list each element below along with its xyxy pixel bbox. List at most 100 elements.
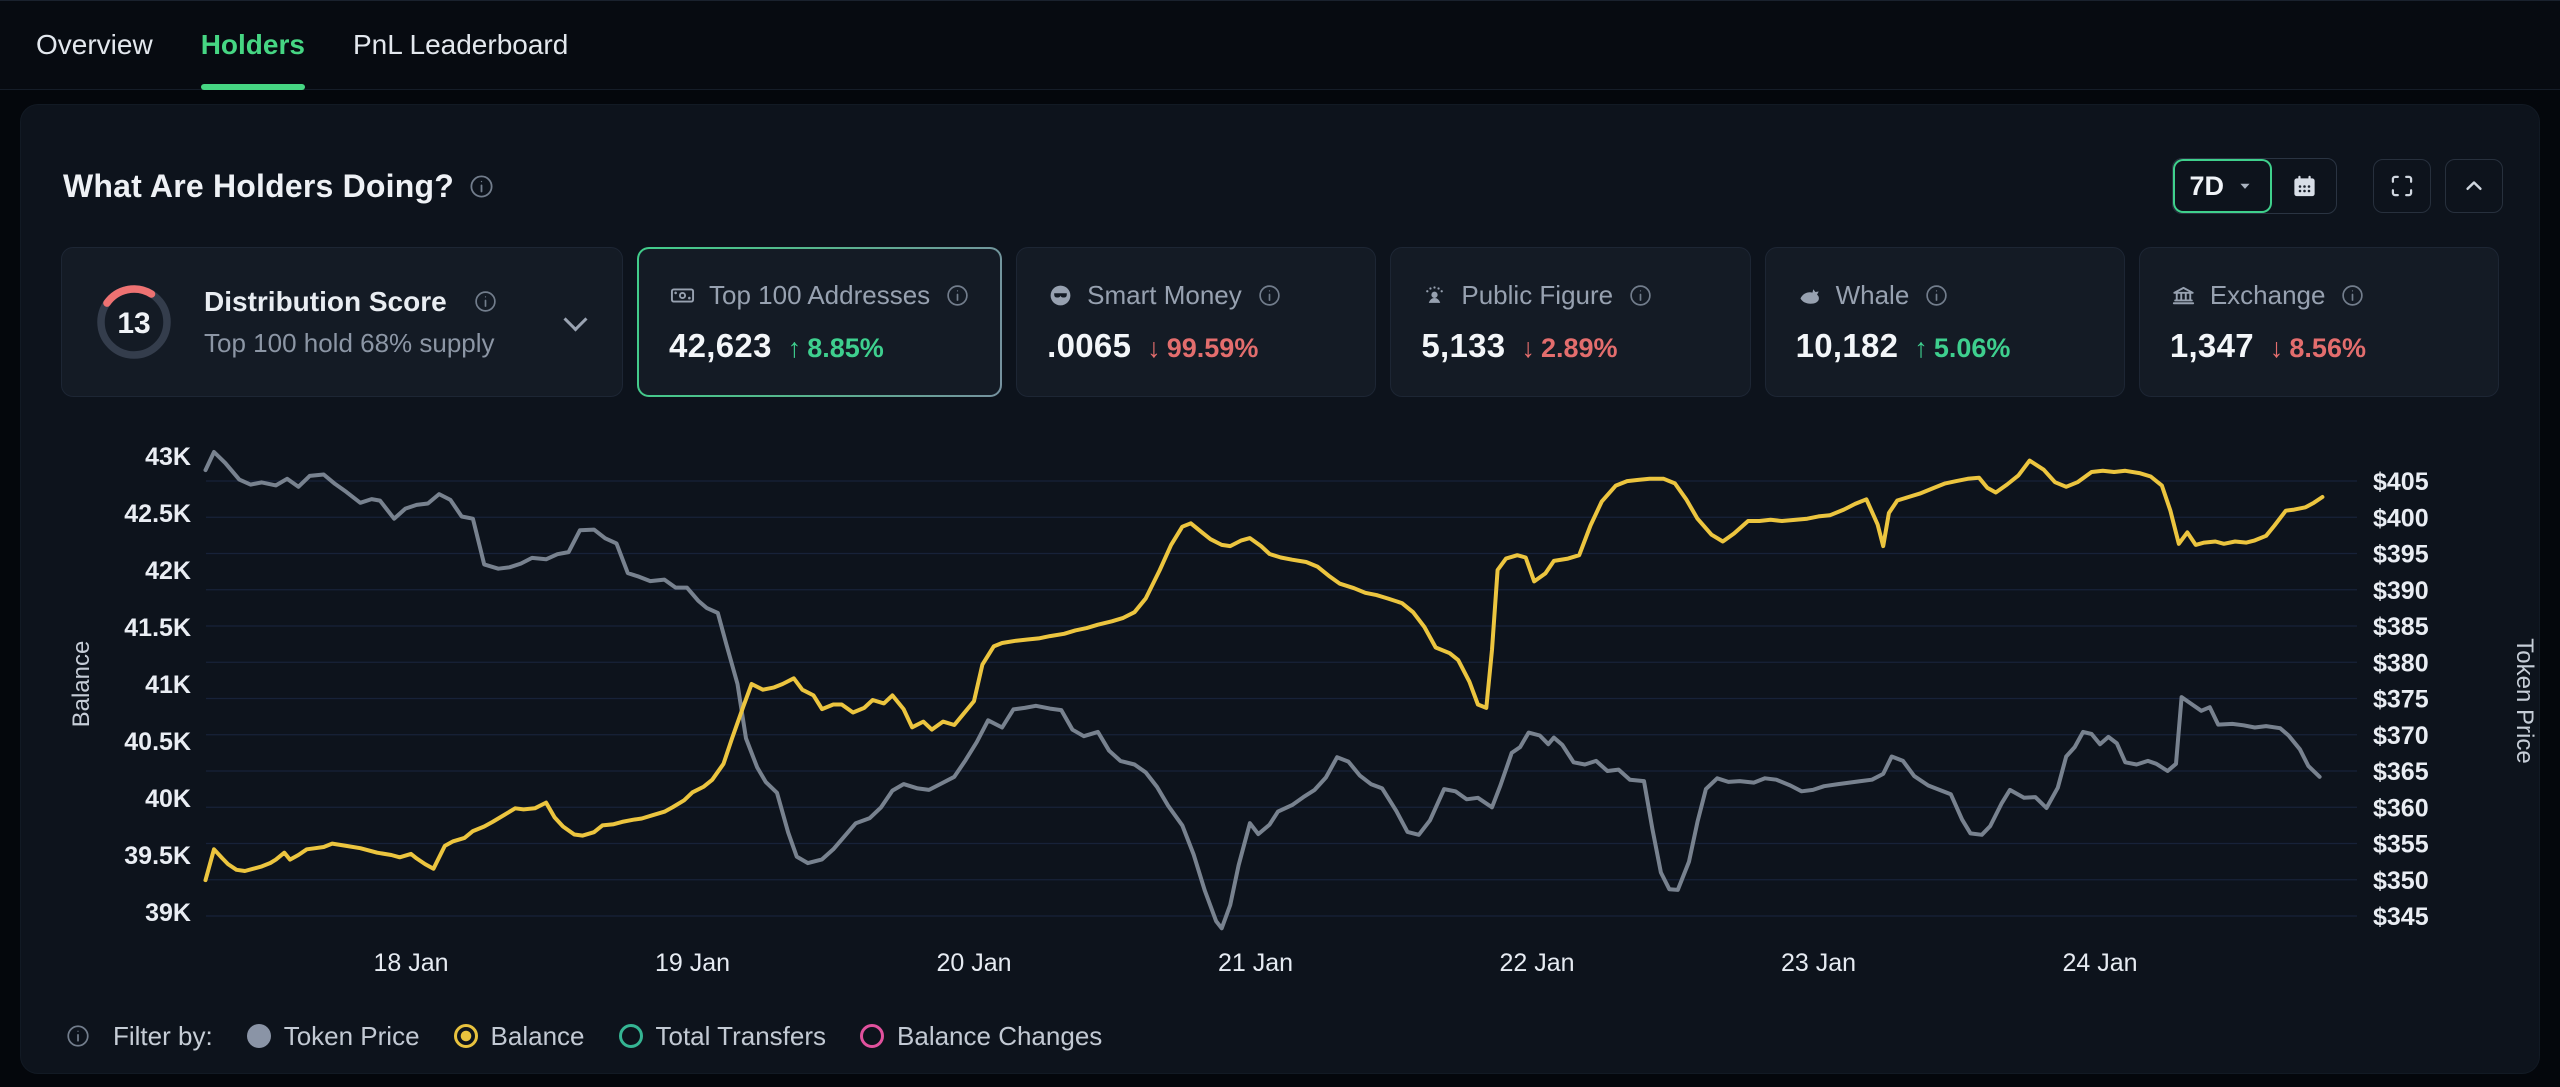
- svg-text:42.5K: 42.5K: [124, 500, 191, 528]
- stat-value: 10,182: [1796, 327, 1899, 365]
- stat-label: Exchange: [2210, 280, 2326, 311]
- title-info-icon[interactable]: [468, 173, 495, 200]
- svg-text:$405: $405: [2373, 468, 2429, 496]
- stat-card-exchange[interactable]: Exchange 1,347 ↓ 8.56%: [2139, 247, 2499, 397]
- stat-cards-row: 13 Distribution Score Top 100 hold 68% s…: [61, 247, 2499, 397]
- smart-money-icon: [1047, 282, 1074, 309]
- stat-label: Top 100 Addresses: [709, 280, 930, 311]
- svg-text:19 Jan: 19 Jan: [655, 949, 730, 977]
- svg-text:$360: $360: [2373, 794, 2429, 822]
- svg-text:23 Jan: 23 Jan: [1781, 949, 1856, 977]
- delta-arrow-icon: ↓: [1147, 333, 1161, 364]
- whale-icon: [1796, 282, 1823, 309]
- info-icon[interactable]: [1257, 283, 1282, 308]
- legend-label: Token Price: [284, 1021, 420, 1052]
- svg-text:43K: 43K: [145, 443, 191, 471]
- svg-text:$345: $345: [2373, 903, 2429, 931]
- calendar-button[interactable]: [2272, 159, 2336, 213]
- svg-text:20 Jan: 20 Jan: [936, 949, 1011, 977]
- info-icon[interactable]: [473, 289, 498, 314]
- stat-card-smart-money[interactable]: Smart Money .0065 ↓ 99.59%: [1016, 247, 1376, 397]
- balance-marker-icon: [454, 1024, 478, 1048]
- timeframe-value: 7D: [2189, 171, 2224, 202]
- delta-arrow-icon: ↓: [2270, 333, 2284, 364]
- top-nav: Overview Holders PnL Leaderboard: [0, 0, 2560, 90]
- info-icon[interactable]: [65, 1023, 91, 1049]
- stat-delta: 8.85%: [807, 333, 884, 364]
- distribution-score-label: Distribution Score: [204, 286, 447, 318]
- balance-changes-marker-icon: [860, 1024, 884, 1048]
- distribution-score-value: 13: [117, 307, 150, 340]
- stat-label: Public Figure: [1461, 280, 1613, 311]
- info-icon[interactable]: [2340, 283, 2365, 308]
- svg-text:21 Jan: 21 Jan: [1218, 949, 1293, 977]
- tab-holders[interactable]: Holders: [201, 1, 305, 89]
- legend-item-token-price[interactable]: Token Price: [247, 1021, 420, 1052]
- svg-text:18 Jan: 18 Jan: [373, 949, 448, 977]
- calendar-icon: [2291, 173, 2318, 200]
- legend-label: Balance Changes: [897, 1021, 1102, 1052]
- svg-text:$380: $380: [2373, 649, 2429, 677]
- svg-text:24 Jan: 24 Jan: [2062, 949, 2137, 977]
- legend-label: Balance: [491, 1021, 585, 1052]
- public-figure-icon: [1421, 282, 1448, 309]
- stat-card-public-figure[interactable]: Public Figure 5,133 ↓ 2.89%: [1390, 247, 1750, 397]
- stat-value: .0065: [1047, 327, 1131, 365]
- delta-arrow-icon: ↑: [1914, 333, 1928, 364]
- stat-delta: 99.59%: [1167, 333, 1259, 364]
- legend-item-balance-changes[interactable]: Balance Changes: [860, 1021, 1102, 1052]
- legend-item-total-transfers[interactable]: Total Transfers: [619, 1021, 827, 1052]
- svg-text:$370: $370: [2373, 722, 2429, 750]
- stat-label: Whale: [1836, 280, 1910, 311]
- stat-card-whale[interactable]: Whale 10,182 ↑ 5.06%: [1765, 247, 2125, 397]
- legend-label: Total Transfers: [656, 1021, 827, 1052]
- chart-filter-legend: Filter by: Token Price Balance Total Tra…: [65, 1013, 1102, 1059]
- collapse-button[interactable]: [2445, 159, 2503, 213]
- timeframe-dropdown[interactable]: 7D: [2173, 159, 2272, 213]
- chevron-down-icon: [2234, 175, 2256, 197]
- svg-text:Balance: Balance: [68, 641, 95, 728]
- total-transfers-marker-icon: [619, 1024, 643, 1048]
- svg-text:40.5K: 40.5K: [124, 728, 191, 756]
- chevron-up-icon: [2460, 172, 2488, 200]
- svg-text:$385: $385: [2373, 613, 2429, 641]
- svg-text:40K: 40K: [145, 785, 191, 813]
- holders-activity-chart[interactable]: 43K42.5K42K41.5K41K40.5K40K39.5K39K$405$…: [21, 431, 2541, 1006]
- svg-text:$365: $365: [2373, 758, 2429, 786]
- delta-arrow-icon: ↓: [1521, 333, 1535, 364]
- svg-text:$375: $375: [2373, 686, 2429, 714]
- svg-text:$400: $400: [2373, 504, 2429, 532]
- distribution-score-gauge: 13: [92, 280, 176, 364]
- holders-panel: What Are Holders Doing? 7D: [20, 104, 2540, 1074]
- svg-text:$350: $350: [2373, 867, 2429, 895]
- svg-text:39K: 39K: [145, 899, 191, 927]
- tab-overview[interactable]: Overview: [36, 1, 153, 89]
- svg-text:$395: $395: [2373, 541, 2429, 569]
- timeframe-group: 7D: [2172, 158, 2337, 214]
- legend-item-balance[interactable]: Balance: [454, 1021, 585, 1052]
- svg-text:41K: 41K: [145, 671, 191, 699]
- stat-label: Smart Money: [1087, 280, 1242, 311]
- info-icon[interactable]: [945, 283, 970, 308]
- filter-by-label: Filter by:: [113, 1021, 213, 1052]
- distribution-score-card[interactable]: 13 Distribution Score Top 100 hold 68% s…: [61, 247, 623, 397]
- stat-delta: 5.06%: [1934, 333, 2011, 364]
- fullscreen-button[interactable]: [2373, 159, 2431, 213]
- token-price-marker-icon: [247, 1024, 271, 1048]
- stat-value: 5,133: [1421, 327, 1505, 365]
- svg-text:22 Jan: 22 Jan: [1499, 949, 1574, 977]
- chevron-down-icon[interactable]: [563, 307, 587, 331]
- chart-controls: 7D: [2172, 158, 2503, 214]
- svg-text:$355: $355: [2373, 831, 2429, 859]
- stat-value: 1,347: [2170, 327, 2254, 365]
- fullscreen-icon: [2388, 172, 2416, 200]
- tab-pnl-leaderboard[interactable]: PnL Leaderboard: [353, 1, 568, 89]
- panel-header: What Are Holders Doing? 7D: [63, 155, 2503, 217]
- svg-text:41.5K: 41.5K: [124, 614, 191, 642]
- stat-card-top-100-addresses[interactable]: Top 100 Addresses 42,623 ↑ 8.85%: [637, 247, 1002, 397]
- info-icon[interactable]: [1628, 283, 1653, 308]
- stat-delta: 2.89%: [1541, 333, 1618, 364]
- bank-icon: [2170, 282, 2197, 309]
- distribution-score-subtitle: Top 100 hold 68% supply: [204, 328, 498, 359]
- info-icon[interactable]: [1924, 283, 1949, 308]
